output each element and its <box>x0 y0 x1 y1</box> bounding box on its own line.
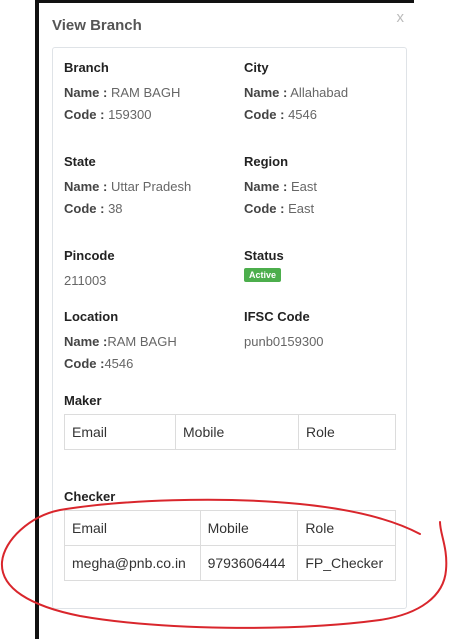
annotation-ellipse-stroke <box>0 498 448 629</box>
screenshot-stage: View Branch x Branch Name : RAM BAGH Cod… <box>0 0 456 639</box>
annotation-ellipse <box>0 498 448 629</box>
